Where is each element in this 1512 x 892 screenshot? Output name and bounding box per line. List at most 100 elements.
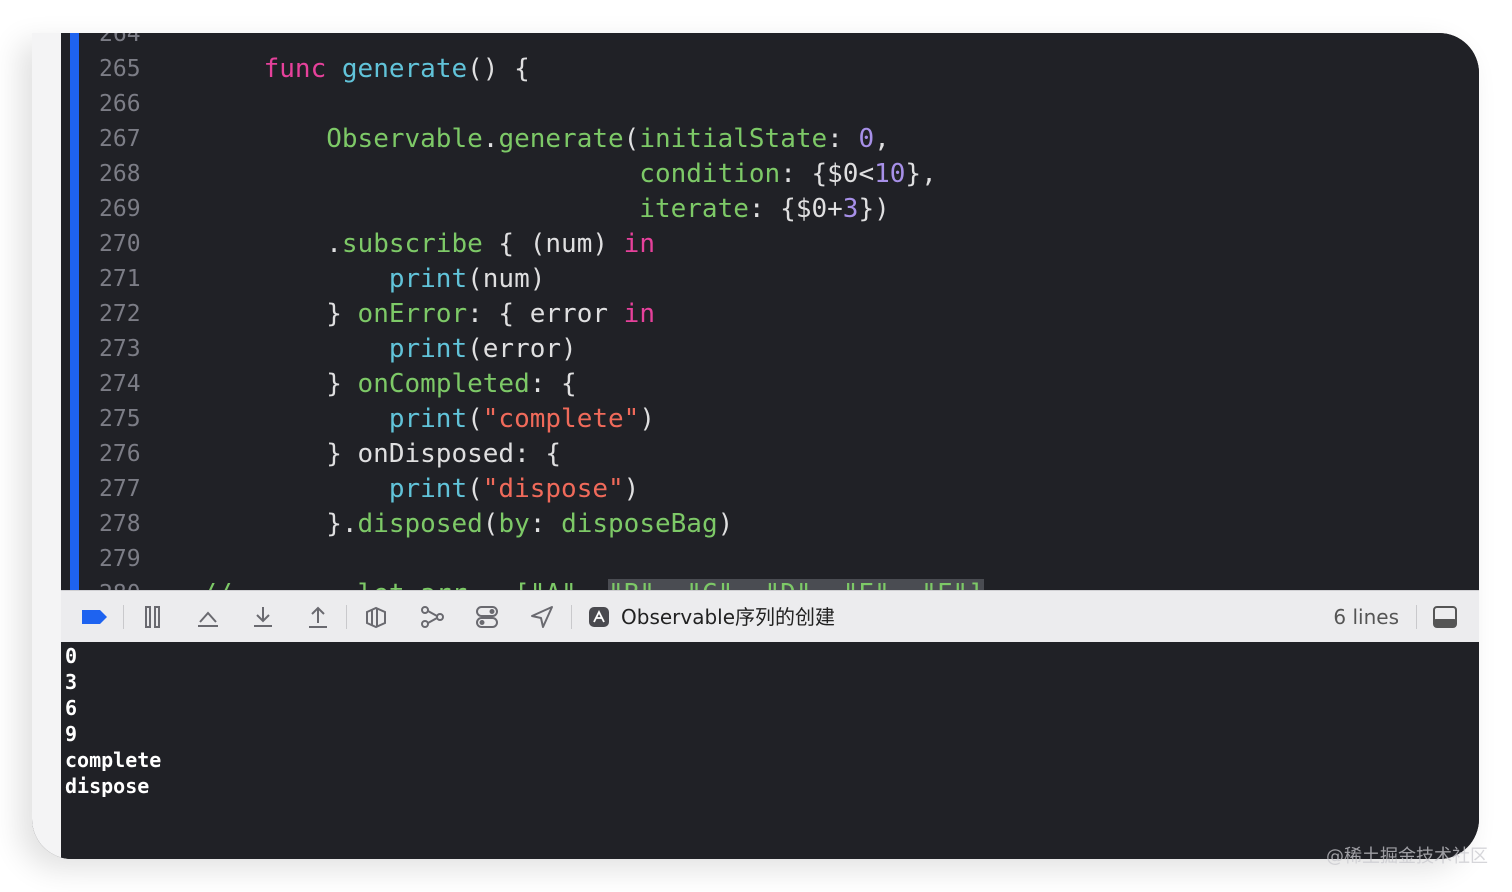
line-number[interactable]: 274: [99, 367, 169, 402]
code-token: subscribe: [341, 229, 483, 259]
code-text: } onCompleted: {: [201, 367, 577, 402]
line-number[interactable]: 275: [99, 402, 169, 437]
code-text: print(num): [201, 262, 546, 297]
code-token: generate: [341, 54, 468, 84]
code-token: "dispose": [482, 474, 624, 504]
code-line[interactable]: 276 } onDisposed: {: [61, 437, 1479, 472]
simulate-location-icon[interactable]: [528, 604, 556, 630]
code-token: : {: [529, 369, 577, 399]
code-token: func: [263, 54, 327, 84]
code-token: .: [201, 229, 342, 259]
line-number[interactable]: 264: [99, 33, 169, 52]
separator: [346, 605, 347, 629]
code-line[interactable]: 278 }.disposed(by: disposeBag): [61, 507, 1479, 542]
code-line[interactable]: 273 print(error): [61, 332, 1479, 367]
source-editor[interactable]: 264 265 func generate() {266 267 Observabl…: [61, 33, 1479, 590]
code-line[interactable]: 268 condition: {$0<10},: [61, 157, 1479, 192]
code-token: generate: [498, 124, 624, 154]
code-text: Observable.generate(initialState: 0,: [201, 122, 890, 157]
code-token: .: [482, 124, 499, 154]
code-token: : {$0<: [780, 159, 875, 189]
code-token: print: [388, 334, 468, 364]
code-token: ): [717, 509, 734, 539]
line-number[interactable]: 265: [99, 52, 169, 87]
code-line[interactable]: 267 Observable.generate(initialState: 0,: [61, 122, 1479, 157]
code-line[interactable]: 270 .subscribe { (num) in: [61, 227, 1479, 262]
console-toggle-icon[interactable]: [1431, 604, 1459, 630]
console-output-line: complete: [65, 748, 162, 772]
code-line[interactable]: 274 } onCompleted: {: [61, 367, 1479, 402]
target-app-icon[interactable]: [588, 606, 610, 628]
line-number[interactable]: 278: [99, 507, 169, 542]
console-output-line: 3: [65, 670, 78, 694]
code-token: onCompleted: [357, 369, 530, 399]
code-token: (num): [467, 264, 546, 294]
memory-graph-icon[interactable]: [418, 604, 446, 630]
code-line[interactable]: 266: [61, 87, 1479, 122]
code-token: : {$0+: [748, 194, 843, 224]
step-out-icon[interactable]: [304, 604, 332, 630]
code-token: },: [905, 159, 937, 189]
code-token: disposeBag: [561, 509, 718, 539]
code-line[interactable]: 275 print("complete"): [61, 402, 1479, 437]
separator: [571, 605, 572, 629]
code-line[interactable]: 269 iterate: {$0+3}): [61, 192, 1479, 227]
code-token: "B", "C", "D", "E", "F"]: [608, 579, 984, 590]
line-number[interactable]: 273: [99, 332, 169, 367]
code-token: // let arr = ["A",: [201, 579, 608, 590]
console-output-line: 9: [65, 722, 78, 746]
code-text: condition: {$0<10},: [201, 157, 937, 192]
code-token: }: [201, 299, 358, 329]
code-line[interactable]: 271 print(num): [61, 262, 1479, 297]
pause-icon[interactable]: [139, 604, 167, 630]
code-line[interactable]: 280 // let arr = ["A", "B", "C", "D", "E"…: [61, 577, 1479, 590]
code-line[interactable]: 264: [61, 33, 1479, 52]
view-hierarchy-icon[interactable]: [363, 604, 391, 630]
code-text: } onDisposed: {: [201, 437, 561, 472]
code-token: Observable: [326, 124, 483, 154]
code-line[interactable]: 277 print("dispose"): [61, 472, 1479, 507]
line-number[interactable]: 269: [99, 192, 169, 227]
code-token: (: [467, 404, 483, 434]
code-line[interactable]: 272 } onError: { error in: [61, 297, 1479, 332]
step-into-icon[interactable]: [249, 604, 277, 630]
code-token: disposed: [357, 509, 483, 539]
code-token: 3: [842, 194, 859, 224]
code-token: ,: [874, 124, 890, 154]
code-token: :: [529, 509, 562, 539]
code-line[interactable]: 279: [61, 542, 1479, 577]
line-number[interactable]: 280: [99, 577, 169, 590]
line-number[interactable]: 272: [99, 297, 169, 332]
line-number[interactable]: 266: [99, 87, 169, 122]
code-text: func generate() {: [201, 52, 530, 87]
line-number[interactable]: 270: [99, 227, 169, 262]
line-number[interactable]: 267: [99, 122, 169, 157]
code-line[interactable]: 265 func generate() {: [61, 52, 1479, 87]
line-number[interactable]: 268: [99, 157, 169, 192]
line-number[interactable]: 279: [99, 542, 169, 577]
line-number[interactable]: 271: [99, 262, 169, 297]
separator: [123, 605, 124, 629]
code-text: // let arr = ["A", "B", "C", "D", "E", "…: [201, 577, 984, 590]
code-token: { (num): [482, 229, 624, 259]
environment-overrides-icon[interactable]: [473, 604, 501, 630]
code-token: by: [498, 509, 530, 539]
code-token: (: [467, 474, 483, 504]
line-number[interactable]: 276: [99, 437, 169, 472]
code-token: condition: [639, 159, 781, 189]
code-token: onError: [357, 299, 468, 329]
code-token: 10: [874, 159, 906, 189]
line-number[interactable]: 277: [99, 472, 169, 507]
breakpoints-toggle-icon[interactable]: [79, 604, 109, 630]
debug-console[interactable]: 0 3 6 9 complete dispose: [61, 642, 1479, 859]
code-token: }): [858, 194, 890, 224]
code-token: initialState: [639, 124, 828, 154]
step-over-icon[interactable]: [194, 604, 222, 630]
debug-target-name[interactable]: Observable序列的创建: [621, 604, 835, 630]
code-token: (error): [467, 334, 577, 364]
